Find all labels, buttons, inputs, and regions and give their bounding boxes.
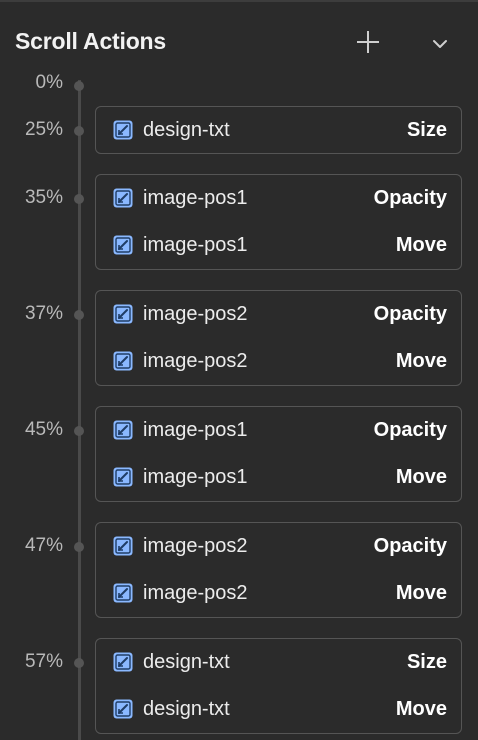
element-icon: [113, 235, 133, 255]
action-card[interactable]: image-pos1 Opacity image-pos1 Move: [95, 406, 462, 502]
action-row[interactable]: design-txt Size: [96, 110, 461, 150]
element-name: design-txt: [143, 698, 230, 720]
timeline-dot: [74, 426, 84, 436]
action-row[interactable]: image-pos1 Move: [96, 457, 461, 497]
action-card[interactable]: image-pos1 Opacity image-pos1 Move: [95, 174, 462, 270]
action-type: Opacity: [373, 419, 447, 441]
timeline-dot: [74, 310, 84, 320]
panel-header: Scroll Actions: [0, 0, 478, 80]
element-icon: [113, 652, 133, 672]
action-type: Move: [395, 466, 447, 488]
percent-label: 47%: [24, 535, 63, 556]
element-icon: [113, 583, 133, 603]
timeline-dot: [74, 81, 84, 91]
timeline-group: 25% design-txt Size: [0, 106, 478, 154]
element-icon: [113, 420, 133, 440]
action-type: Move: [395, 350, 447, 372]
element-icon: [113, 351, 133, 371]
action-type: Move: [395, 698, 447, 720]
element-name: design-txt: [143, 119, 230, 141]
action-row[interactable]: image-pos2 Opacity: [96, 526, 461, 566]
action-card[interactable]: design-txt Size design-txt Move: [95, 638, 462, 734]
panel-title: Scroll Actions: [15, 28, 166, 54]
action-type: Move: [395, 582, 447, 604]
element-icon: [113, 467, 133, 487]
timeline-group: 37% image-pos2 Opacity image-pos2 Move: [0, 290, 478, 386]
percent-label: 45%: [24, 419, 63, 440]
timeline-dot: [74, 126, 84, 136]
action-type: Move: [395, 234, 447, 256]
action-type: Size: [406, 119, 447, 141]
plus-icon[interactable]: [352, 26, 384, 58]
element-name: image-pos1: [143, 234, 248, 256]
action-type: Opacity: [373, 187, 447, 209]
percent-label: 35%: [24, 187, 63, 208]
element-icon: [113, 120, 133, 140]
timeline-group: 35% image-pos1 Opacity image-pos1 Move: [0, 174, 478, 270]
element-name: image-pos1: [143, 187, 248, 209]
element-name: image-pos2: [143, 535, 248, 557]
action-row[interactable]: image-pos2 Opacity: [96, 294, 461, 334]
action-card[interactable]: design-txt Size: [95, 106, 462, 154]
percent-label: 25%: [24, 119, 63, 140]
action-row[interactable]: image-pos1 Move: [96, 225, 461, 265]
timeline-group: 45% image-pos1 Opacity image-pos1 Move: [0, 406, 478, 502]
element-name: design-txt: [143, 651, 230, 673]
action-type: Size: [406, 651, 447, 673]
action-row[interactable]: image-pos1 Opacity: [96, 178, 461, 218]
action-row[interactable]: image-pos2 Move: [96, 573, 461, 613]
element-name: image-pos1: [143, 466, 248, 488]
action-row[interactable]: image-pos1 Opacity: [96, 410, 461, 450]
action-row[interactable]: design-txt Move: [96, 689, 461, 729]
action-type: Opacity: [373, 535, 447, 557]
percent-label: 0%: [35, 72, 63, 93]
timeline-group: 57% design-txt Size design-txt Move: [0, 638, 478, 734]
element-icon: [113, 699, 133, 719]
element-name: image-pos2: [143, 350, 248, 372]
action-row[interactable]: design-txt Size: [96, 642, 461, 682]
percent-label: 37%: [24, 303, 63, 324]
action-card[interactable]: image-pos2 Opacity image-pos2 Move: [95, 290, 462, 386]
action-row[interactable]: image-pos2 Move: [96, 341, 461, 381]
timeline-dot: [74, 194, 84, 204]
element-icon: [113, 188, 133, 208]
timeline-group: 47% image-pos2 Opacity image-pos2 Move: [0, 522, 478, 618]
action-card[interactable]: image-pos2 Opacity image-pos2 Move: [95, 522, 462, 618]
percent-label: 57%: [24, 651, 63, 672]
timeline-dot: [74, 542, 84, 552]
action-type: Opacity: [373, 303, 447, 325]
element-name: image-pos2: [143, 303, 248, 325]
element-name: image-pos1: [143, 419, 248, 441]
timeline-dot: [74, 658, 84, 668]
element-name: image-pos2: [143, 582, 248, 604]
element-icon: [113, 304, 133, 324]
chevron-down-icon[interactable]: [426, 30, 454, 58]
timeline-start: 0%: [0, 70, 478, 100]
element-icon: [113, 536, 133, 556]
